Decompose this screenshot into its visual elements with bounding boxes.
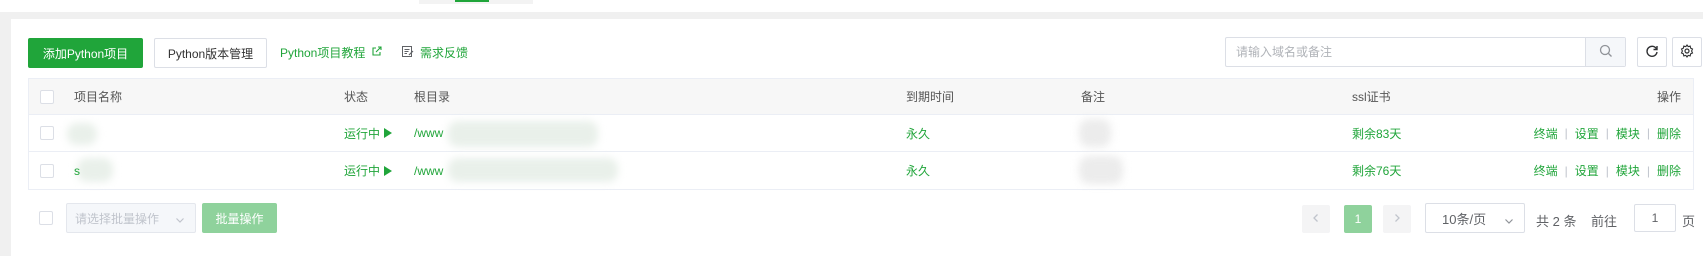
project-table: 项目名称 状态 根目录 到期时间 备注 ssl证书 操作 运行中 /www 永久… [28,78,1694,190]
search-box [1225,37,1626,67]
page-suffix: 页 [1682,214,1696,229]
goto-label: 前往 [1591,214,1618,229]
divider: | [1564,126,1568,140]
settings-link[interactable]: 设置 [1575,162,1599,179]
status-label: 运行中 [344,164,381,178]
divider: | [1564,163,1568,178]
header-ssl: ssl证书 [1352,90,1391,104]
row-checkbox-cell [40,115,54,151]
row-checkbox-cell [40,152,54,189]
next-page-button[interactable] [1383,205,1411,233]
redacted-remark [1079,156,1123,184]
batch-operation-button[interactable]: 批量操作 [202,203,277,233]
header-remark: 备注 [1081,90,1106,104]
search-input[interactable] [1226,38,1585,66]
module-link[interactable]: 模块 [1616,125,1640,142]
header-name[interactable]: 项目名称 [74,79,122,114]
table-row: 运行中 /www 永久 剩余83天 终端 | 设置 | 模块 | 删除 [29,115,1693,152]
redacted-remark [1079,119,1111,147]
terminal-link[interactable]: 终端 [1534,125,1558,142]
batch-operation-select[interactable]: 请选择批量操作 [66,203,196,233]
delete-link[interactable]: 删除 [1657,162,1681,179]
divider: | [1605,163,1609,178]
python-tutorial-link[interactable]: Python项目教程 [280,44,383,61]
prev-page-button[interactable] [1302,205,1330,233]
python-version-manage-button[interactable]: Python版本管理 [154,38,267,68]
feedback-link-label: 需求反馈 [420,46,469,60]
table-row: s 运行中 /www 永久 剩余76天 终端 | 设置 | 模块 | 删除 [29,152,1693,189]
divider: | [1646,163,1650,178]
header-status: 状态 [344,90,369,104]
table-header: 项目名称 状态 根目录 到期时间 备注 ssl证书 操作 [29,79,1693,115]
divider: | [1646,126,1650,140]
row-checkbox[interactable] [40,126,54,140]
total-count: 共 2 条 [1536,214,1577,229]
select-all-cell [40,79,54,114]
play-icon [384,128,393,138]
select-all-checkbox[interactable] [40,89,54,104]
settings-button[interactable] [1672,37,1702,67]
row-actions: 终端 | 设置 | 模块 | 删除 [1534,152,1681,189]
page-size-value: 10条/页 [1442,211,1487,227]
status-running[interactable]: 运行中 [344,152,393,189]
goto-page-input[interactable]: 1 [1634,204,1676,232]
expire-time[interactable]: 永久 [906,152,930,189]
page-size-select[interactable]: 10条/页 [1425,203,1525,233]
chevron-down-icon [1504,214,1514,229]
external-link-icon [371,45,383,60]
batch-select-placeholder: 请选择批量操作 [75,211,160,226]
refresh-icon [1645,44,1659,61]
gear-icon [1680,43,1694,61]
chevron-down-icon [175,214,185,228]
chevron-left-icon [1311,212,1321,226]
ssl-remaining[interactable]: 剩余83天 [1352,115,1401,151]
header-root: 根目录 [414,90,451,104]
ssl-remaining[interactable]: 剩余76天 [1352,152,1401,189]
status-running[interactable]: 运行中 [344,115,393,151]
root-path[interactable]: /www [414,152,443,189]
feedback-link[interactable]: 需求反馈 [401,44,468,61]
chevron-right-icon [1392,212,1402,226]
edit-note-icon [401,45,414,61]
redacted-name [77,158,113,182]
tutorial-link-label: Python项目教程 [280,46,366,60]
redacted-name [67,123,97,145]
header-expire: 到期时间 [906,90,955,104]
terminal-link[interactable]: 终端 [1534,162,1558,179]
active-tab-indicator [455,0,489,2]
row-checkbox[interactable] [40,163,54,178]
project-name[interactable]: s [74,152,80,189]
search-icon [1599,44,1613,61]
row-actions: 终端 | 设置 | 模块 | 删除 [1534,115,1681,151]
settings-link[interactable]: 设置 [1575,125,1599,142]
divider: | [1605,126,1609,140]
expire-time[interactable]: 永久 [906,115,930,151]
module-link[interactable]: 模块 [1616,162,1640,179]
delete-link[interactable]: 删除 [1657,125,1681,142]
top-tab-strip [0,0,1703,12]
add-python-project-button[interactable]: 添加Python项目 [28,38,143,68]
footer-select-all-checkbox[interactable] [39,211,53,225]
root-path[interactable]: /www [414,115,443,151]
refresh-button[interactable] [1637,37,1667,67]
status-label: 运行中 [344,126,381,141]
page-number-current[interactable]: 1 [1344,205,1372,233]
play-icon [384,165,393,176]
header-ops: 操作 [1656,90,1681,104]
redacted-path [448,158,618,182]
redacted-path [448,121,598,147]
search-button[interactable] [1585,38,1625,66]
